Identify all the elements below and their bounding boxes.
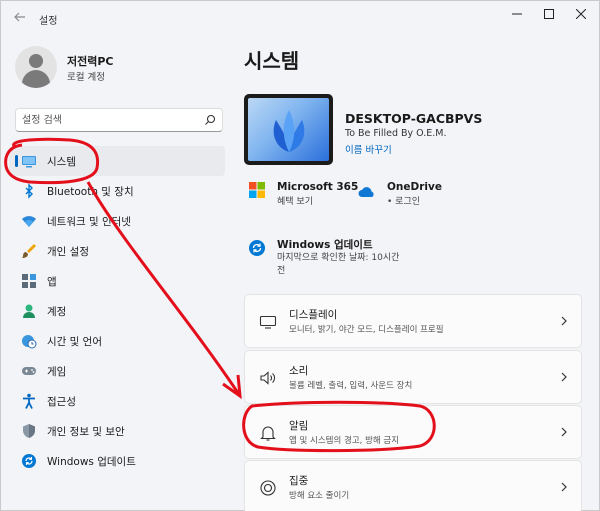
sidebar-item-accounts[interactable]: 계정 — [9, 296, 225, 326]
device-image — [244, 94, 333, 165]
title-bar: 설정 — [1, 1, 600, 35]
back-arrow-icon[interactable] — [13, 10, 27, 24]
gamepad-icon — [22, 367, 36, 375]
sidebar-item-privacy[interactable]: 개인 정보 및 보안 — [9, 416, 225, 446]
sidebar-item-label: 시스템 — [47, 156, 76, 168]
display-icon — [259, 315, 277, 329]
card-subtitle: 모니터, 밝기, 야간 모드, 디스플레이 프로필 — [289, 325, 444, 335]
globe-clock-icon — [22, 335, 37, 349]
tile-subtitle-line2: 전 — [277, 266, 286, 276]
card-subtitle: 앱 및 시스템의 경고, 방해 금지 — [289, 436, 400, 446]
card-title: 집중 — [289, 475, 309, 487]
sidebar-item-time-language[interactable]: 시간 및 언어 — [9, 326, 225, 356]
search-icon[interactable] — [204, 114, 216, 126]
active-indicator — [15, 155, 18, 167]
card-title: 디스플레이 — [289, 309, 338, 321]
chevron-right-icon — [561, 482, 567, 492]
tile-subtitle-line1: 마지막으로 확인한 날짜: 10시간 — [277, 253, 400, 263]
tile-subtitle: 혜택 보기 — [277, 197, 313, 207]
settings-window: 설정 저전력PC 로컬 계정 시스템 — [0, 0, 600, 511]
maximize-button[interactable] — [535, 5, 563, 25]
card-sound[interactable]: 소리 볼륨 레벨, 출력, 입력, 사운드 장치 — [244, 350, 582, 404]
microsoft-logo-icon — [249, 182, 265, 198]
device-name: DESKTOP-GACBPVS — [345, 111, 483, 126]
account-type: 로컬 계정 — [67, 72, 105, 83]
apps-icon — [22, 274, 36, 288]
sidebar-item-label: 계정 — [47, 306, 67, 318]
chevron-right-icon — [561, 372, 567, 382]
chevron-right-icon — [561, 427, 567, 437]
shield-icon — [23, 424, 35, 438]
sidebar-nav: 시스템 Bluetooth 및 장치 네트워크 및 인터넷 개인 설정 앱 계정… — [9, 146, 225, 476]
cloud-icon — [358, 187, 374, 197]
focus-icon — [260, 480, 276, 496]
sidebar-item-label: 앱 — [47, 276, 57, 288]
sidebar-item-bluetooth[interactable]: Bluetooth 및 장치 — [9, 176, 225, 206]
sidebar-item-personalization[interactable]: 개인 설정 — [9, 236, 225, 266]
card-title: 알림 — [289, 420, 309, 432]
rename-link[interactable]: 이름 바꾸기 — [345, 142, 392, 156]
microsoft365-tile[interactable]: Microsoft 365 혜택 보기 — [248, 181, 358, 211]
monitor-icon — [22, 156, 36, 168]
account-icon — [23, 304, 35, 318]
card-subtitle: 볼륨 레벨, 출력, 입력, 사운드 장치 — [289, 381, 413, 391]
sidebar-item-label: 개인 설정 — [47, 246, 89, 258]
sidebar-item-label: 접근성 — [47, 396, 76, 408]
sidebar-item-label: Bluetooth 및 장치 — [47, 186, 134, 198]
sidebar-item-gaming[interactable]: 게임 — [9, 356, 225, 386]
sidebar-item-accessibility[interactable]: 접근성 — [9, 386, 225, 416]
user-name: 저전력PC — [67, 55, 114, 68]
brush-icon — [22, 244, 36, 258]
search-box[interactable] — [15, 108, 223, 132]
windows-bloom-wallpaper — [273, 110, 305, 152]
sidebar-item-label: Windows 업데이트 — [47, 456, 136, 468]
card-focus[interactable]: 집중 방해 요소 줄이기 — [244, 460, 582, 511]
card-title: 소리 — [289, 365, 309, 377]
update-icon — [22, 454, 36, 468]
close-button[interactable] — [567, 5, 595, 25]
card-notifications[interactable]: 알림 앱 및 시스템의 경고, 방해 금지 — [244, 405, 582, 459]
sidebar-item-network[interactable]: 네트워크 및 인터넷 — [9, 206, 225, 236]
tile-title: Windows 업데이트 — [277, 239, 373, 251]
bell-icon — [260, 426, 276, 441]
card-display[interactable]: 디스플레이 모니터, 밝기, 야간 모드, 디스플레이 프로필 — [244, 294, 582, 348]
sidebar-item-windows-update[interactable]: Windows 업데이트 — [9, 446, 225, 476]
search-input[interactable] — [22, 112, 202, 128]
accessibility-icon — [23, 393, 35, 409]
person-icon — [29, 54, 43, 68]
app-title: 설정 — [39, 16, 58, 27]
onedrive-tile[interactable]: OneDrive • 로그인 — [358, 181, 468, 211]
sidebar-item-label: 네트워크 및 인터넷 — [47, 216, 131, 228]
device-manufacturer: To Be Filled By O.E.M. — [345, 128, 447, 139]
sidebar-item-label: 개인 정보 및 보안 — [47, 426, 125, 438]
chevron-right-icon — [561, 316, 567, 326]
minimize-button[interactable] — [503, 5, 531, 25]
card-subtitle: 방해 요소 줄이기 — [289, 491, 350, 501]
update-icon — [249, 240, 265, 256]
avatar[interactable] — [15, 46, 57, 88]
bluetooth-icon — [25, 183, 33, 199]
speaker-icon — [260, 371, 275, 385]
page-title: 시스템 — [244, 49, 300, 73]
tile-title: OneDrive — [387, 181, 442, 193]
sidebar-item-label: 시간 및 언어 — [47, 336, 102, 348]
sidebar-item-apps[interactable]: 앱 — [9, 266, 225, 296]
tile-title: Microsoft 365 — [277, 181, 359, 193]
sidebar-item-system[interactable]: 시스템 — [9, 146, 225, 176]
sidebar-item-label: 게임 — [47, 366, 67, 378]
wifi-icon — [22, 216, 36, 227]
tile-subtitle: • 로그인 — [387, 197, 421, 207]
windows-update-tile[interactable]: Windows 업데이트 마지막으로 확인한 날짜: 10시간 전 — [248, 237, 418, 277]
